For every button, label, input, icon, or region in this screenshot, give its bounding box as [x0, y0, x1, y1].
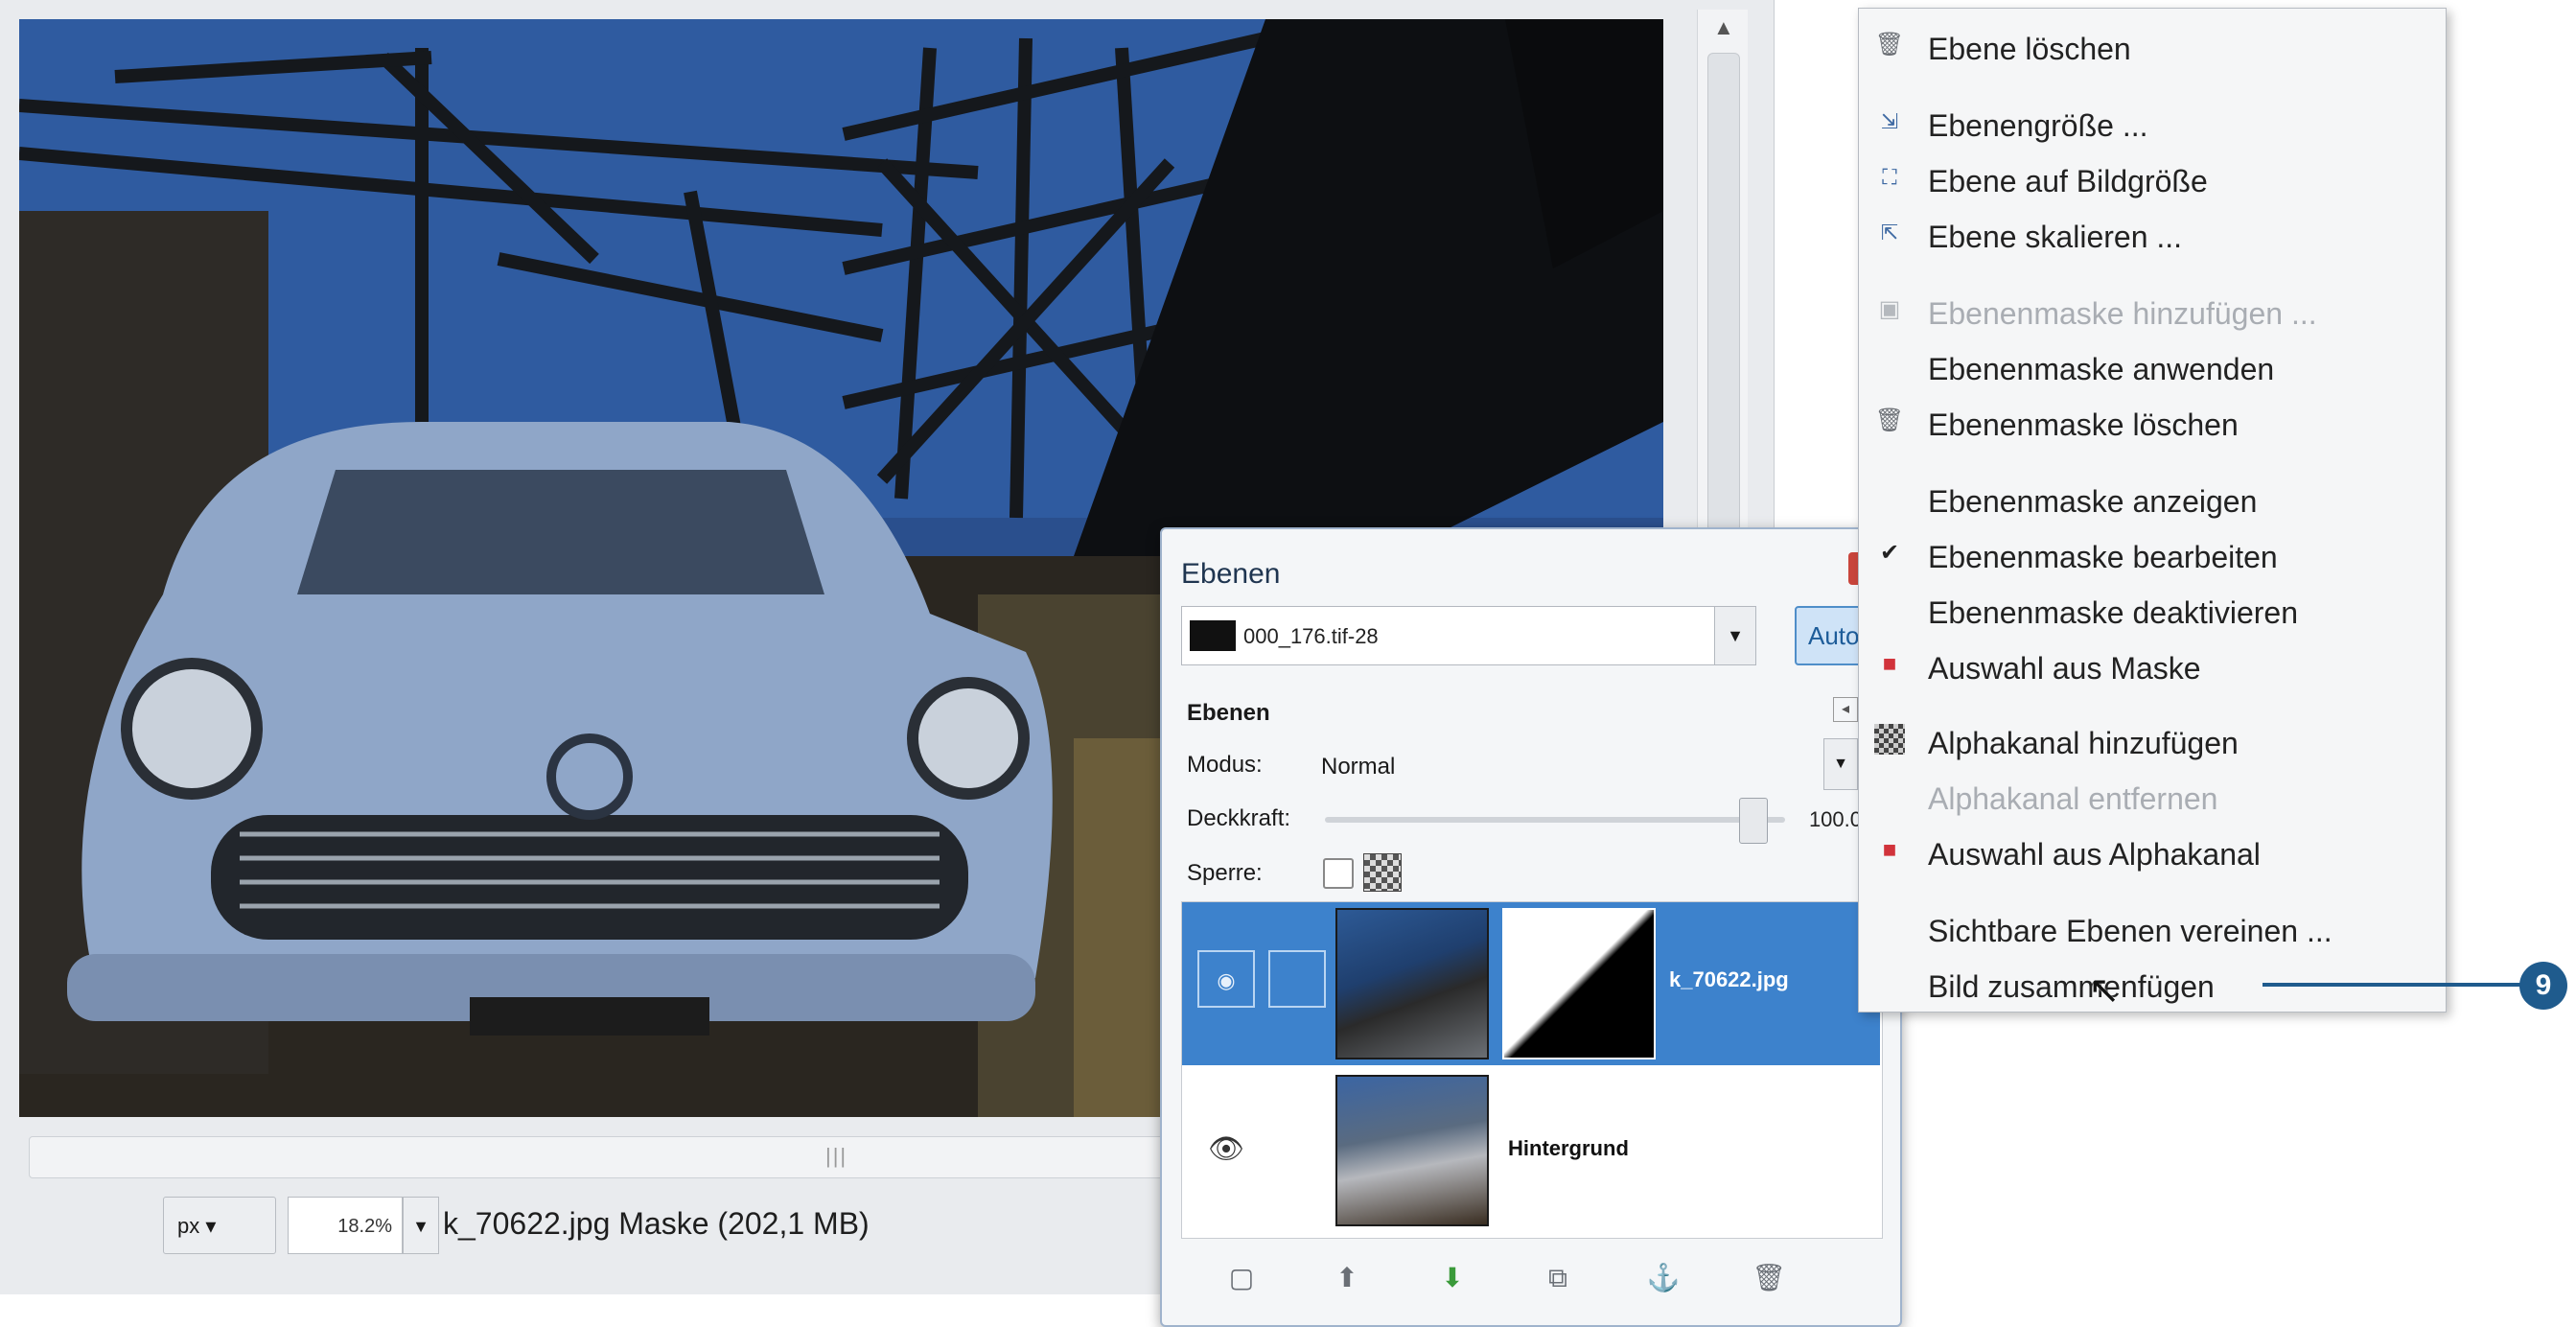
- menu-item-label: Ebenenmaske bearbeiten: [1928, 540, 2278, 574]
- layers-toolbar: ▢ ⬆ ⬇ ⧉ ⚓ 🗑: [1181, 1248, 1881, 1306]
- menu-item-label: Ebenenmaske anwenden: [1928, 352, 2275, 386]
- status-image-info: k_70622.jpg Maske (202,1 MB): [443, 1206, 870, 1241]
- opacity-value[interactable]: 100.0: [1775, 798, 1862, 842]
- mask-thumbnail[interactable]: [1502, 908, 1656, 1059]
- menu-item-edit-layer-mask[interactable]: ✔ Ebenenmaske bearbeiten: [1859, 526, 2446, 580]
- layer-size-icon: ⇲: [1880, 109, 1899, 133]
- menu-item-label: Alphakanal hinzufügen: [1928, 726, 2239, 760]
- callout-badge: 9: [2519, 962, 2567, 1010]
- selection-icon: ■: [1882, 837, 1897, 863]
- opacity-slider[interactable]: [1325, 817, 1785, 823]
- menu-item-merge-visible-layers[interactable]: Sichtbare Ebenen vereinen ...: [1859, 900, 2446, 954]
- image-select[interactable]: 000_176.tif-28 ▼: [1181, 606, 1756, 665]
- chevron-down-icon: ▼: [412, 1217, 429, 1236]
- duplicate-layer-icon[interactable]: ⧉: [1536, 1256, 1580, 1300]
- unit-select[interactable]: px ▾: [163, 1197, 276, 1254]
- menu-item-label: Ebenenmaske deaktivieren: [1928, 595, 2299, 630]
- menu-item-label: Bild zusammenfügen: [1928, 969, 2215, 1004]
- lock-label: Sperre:: [1187, 860, 1263, 886]
- menu-item-add-alpha-channel[interactable]: Alphakanal hinzufügen: [1859, 712, 2446, 766]
- unit-value: px: [177, 1214, 200, 1238]
- dialog-title: Ebenen: [1181, 558, 1281, 590]
- chevron-down-icon[interactable]: ▼: [1714, 607, 1755, 664]
- menu-item-add-layer-mask[interactable]: ▣ Ebenenmaske hinzufügen ...: [1859, 283, 2446, 337]
- zoom-dropdown-button[interactable]: ▼: [403, 1197, 439, 1254]
- scroll-grip-icon: |||: [825, 1144, 848, 1168]
- section-label: Ebenen: [1187, 700, 1270, 726]
- menu-item-remove-alpha-channel[interactable]: Alphakanal entfernen: [1859, 768, 2446, 822]
- menu-item-selection-from-alpha[interactable]: ■ Auswahl aus Alphakanal: [1859, 824, 2446, 877]
- chevron-down-icon: ▾: [205, 1214, 217, 1238]
- menu-item-label: Ebenenmaske löschen: [1928, 407, 2239, 442]
- layer-thumbnail: [1335, 908, 1489, 1059]
- layer-thumbnail: [1335, 1075, 1489, 1226]
- chain-link-toggle[interactable]: [1268, 950, 1326, 1008]
- menu-item-label: Auswahl aus Maske: [1928, 651, 2201, 686]
- menu-item-label: Ebenenmaske hinzufügen ...: [1928, 296, 2317, 331]
- menu-item-label: Sichtbare Ebenen vereinen ...: [1928, 914, 2332, 948]
- layer-row[interactable]: ◉ k_70622.jpg: [1182, 902, 1880, 1065]
- raise-layer-icon[interactable]: ⬆: [1325, 1256, 1369, 1300]
- menu-item-delete-layer[interactable]: 🗑 Ebene löschen: [1859, 18, 2446, 72]
- menu-item-selection-from-mask[interactable]: ■ Auswahl aus Maske: [1859, 638, 2446, 691]
- lock-pixels-checkbox[interactable]: [1323, 858, 1354, 889]
- menu-item-apply-layer-mask[interactable]: Ebenenmaske anwenden: [1859, 338, 2446, 392]
- mode-label: Modus:: [1187, 752, 1263, 778]
- menu-item-label: Alphakanal entfernen: [1928, 781, 2218, 816]
- selection-icon: ■: [1882, 651, 1897, 677]
- layer-name[interactable]: k_70622.jpg: [1669, 967, 1789, 992]
- add-mask-icon: ▣: [1878, 296, 1901, 322]
- menu-item-label: Ebene löschen: [1928, 32, 2131, 66]
- callout-line: [2263, 983, 2531, 987]
- opacity-label: Deckkraft:: [1187, 805, 1291, 831]
- zoom-input[interactable]: 18.2%: [288, 1197, 403, 1254]
- image-thumbnail: [1190, 620, 1236, 651]
- alpha-icon: [1874, 724, 1905, 755]
- lock-alpha-icon[interactable]: [1363, 853, 1402, 892]
- mode-select[interactable]: Normal: [1306, 740, 1852, 790]
- opacity-slider-handle[interactable]: [1739, 798, 1768, 844]
- layers-dialog: Ebenen ✕ 000_176.tif-28 ▼ Auto Ebenen ◂ …: [1160, 527, 1902, 1327]
- check-icon: ✔: [1879, 540, 1900, 566]
- menu-item-layer-size[interactable]: ⇲ Ebenengröße ...: [1859, 95, 2446, 149]
- visibility-eye-icon[interactable]: ◉: [1197, 950, 1255, 1008]
- menu-item-label: Auswahl aus Alphakanal: [1928, 837, 2261, 872]
- menu-item-delete-layer-mask[interactable]: 🗑 Ebenenmaske löschen: [1859, 394, 2446, 448]
- menu-item-disable-layer-mask[interactable]: Ebenenmaske deaktivieren: [1859, 582, 2446, 636]
- menu-item-label: Ebenengröße ...: [1928, 108, 2148, 143]
- layer-name[interactable]: Hintergrund: [1508, 1136, 1629, 1161]
- layer-row[interactable]: 👁 Hintergrund: [1182, 1073, 1880, 1226]
- mode-value: Normal: [1321, 754, 1396, 780]
- lower-layer-icon[interactable]: ⬇: [1430, 1256, 1474, 1300]
- image-select-value: 000_176.tif-28: [1243, 624, 1379, 648]
- trash-icon: 🗑: [1874, 32, 1905, 58]
- scroll-up-icon[interactable]: ▲: [1713, 15, 1734, 40]
- menu-item-show-layer-mask[interactable]: Ebenenmaske anzeigen: [1859, 471, 2446, 524]
- new-layer-icon[interactable]: ▢: [1219, 1256, 1264, 1300]
- menu-item-scale-layer[interactable]: ⇱ Ebene skalieren ...: [1859, 206, 2446, 260]
- delete-layer-icon[interactable]: 🗑: [1747, 1256, 1791, 1300]
- layer-to-image-size-icon: ⛶: [1882, 165, 1897, 189]
- menu-item-label: Ebenenmaske anzeigen: [1928, 484, 2258, 519]
- panel-menu-icon[interactable]: ◂: [1833, 697, 1858, 722]
- layer-context-menu: 🗑 Ebene löschen ⇲ Ebenengröße ... ⛶ Eben…: [1858, 8, 2447, 1013]
- menu-item-label: Ebene auf Bildgröße: [1928, 164, 2208, 198]
- visibility-eye-icon[interactable]: 👁: [1197, 1121, 1255, 1178]
- menu-item-layer-to-image-size[interactable]: ⛶ Ebene auf Bildgröße: [1859, 151, 2446, 204]
- mouse-cursor-icon: ↖: [2088, 969, 2121, 1012]
- scale-layer-icon: ⇱: [1880, 221, 1899, 244]
- menu-item-label: Ebene skalieren ...: [1928, 220, 2183, 254]
- trash-icon: 🗑: [1874, 407, 1905, 433]
- chevron-down-icon[interactable]: ▼: [1823, 738, 1858, 790]
- layer-list: ◉ k_70622.jpg 👁 Hintergrund: [1181, 901, 1883, 1239]
- anchor-layer-icon[interactable]: ⚓: [1641, 1256, 1685, 1300]
